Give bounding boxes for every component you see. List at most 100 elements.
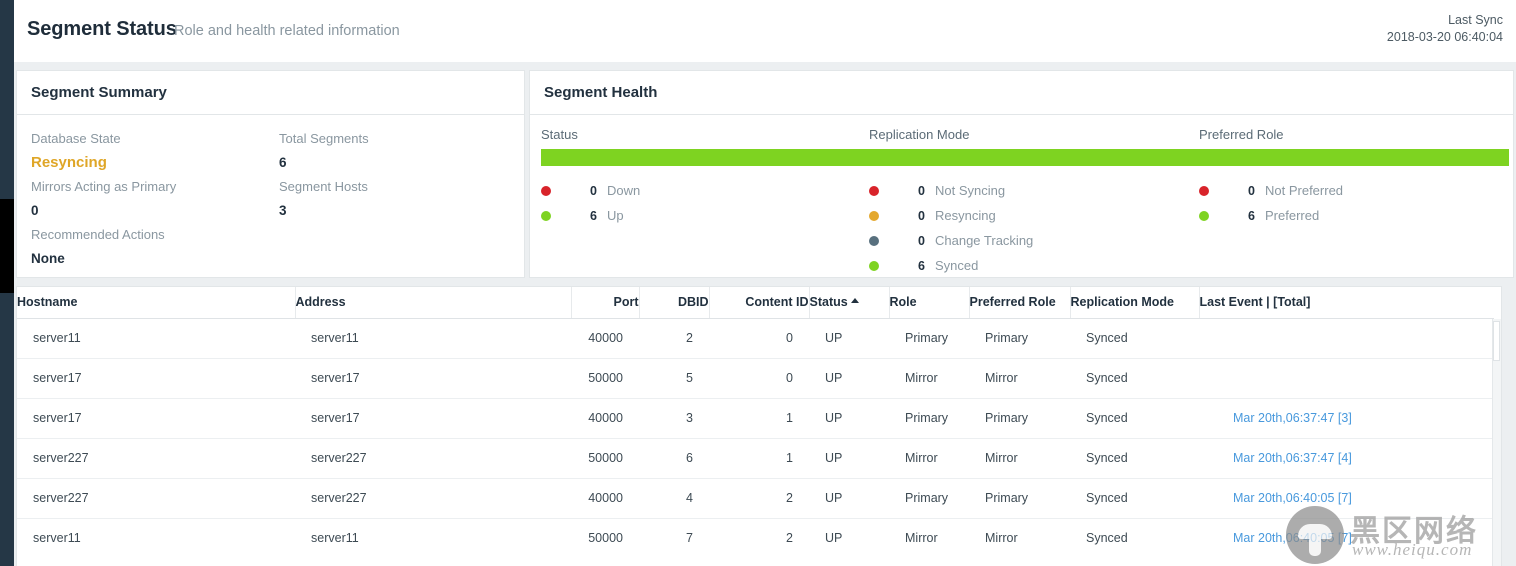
column-header-last-event[interactable]: Last Event | [Total] <box>1199 287 1494 319</box>
summary-label-segment-hosts: Segment Hosts <box>279 179 368 194</box>
table-row[interactable]: server17 server17 40000 3 1 UP Primary Primary S… <box>17 398 1494 439</box>
column-header-hostname[interactable]: Hostname <box>17 287 296 319</box>
legend-count: 0 <box>590 183 597 198</box>
segment-table: Hostname Address Port DBID Content ID St… <box>17 287 1494 558</box>
column-header-status-label: Status <box>809 295 848 310</box>
health-column-preferred-role: Preferred Role 0 Not Preferred 6 Preferred <box>1199 127 1509 228</box>
column-header-address[interactable]: Address <box>295 287 572 319</box>
cell-preferred-role: Mirror <box>985 531 1018 546</box>
sort-ascending-icon <box>850 298 859 304</box>
summary-column-left: Database State Resyncing Mirrors Acting … <box>31 127 176 271</box>
column-header-replication-mode[interactable]: Replication Mode <box>1070 287 1200 319</box>
page-header: Segment Status Role and health related i… <box>14 0 1516 62</box>
column-header-port[interactable]: Port <box>571 287 640 319</box>
legend-row[interactable]: 6 Synced <box>869 253 1199 278</box>
legend-row[interactable]: 0 Down <box>541 178 869 203</box>
table-scrollbar-thumb[interactable] <box>1493 321 1500 361</box>
cell-content-id: 0 <box>709 358 809 399</box>
summary-value-segment-hosts: 3 <box>279 203 287 218</box>
cell-hostname: server17 <box>17 358 295 399</box>
status-dot-icon <box>869 210 879 221</box>
legend-row[interactable]: 0 Change Tracking <box>869 228 1199 253</box>
table-row[interactable]: server11 server11 50000 7 2 UP Mirror Mirror Syn… <box>17 518 1494 558</box>
summary-cards-row: Segment Summary Database State Resyncing… <box>14 70 1516 278</box>
legend-label: Synced <box>935 258 979 273</box>
legend-label: Change Tracking <box>935 233 1034 248</box>
legend-count: 6 <box>1248 208 1255 223</box>
legend-row[interactable]: 0 Not Syncing <box>869 178 1199 203</box>
legend-label: Down <box>607 183 641 198</box>
cell-address: server227 <box>295 438 571 479</box>
cell-preferred-role: Mirror <box>969 438 1070 479</box>
cell-address: server17 <box>295 358 571 399</box>
last-sync-label: Last Sync <box>1448 13 1503 27</box>
left-nav-rail[interactable] <box>0 0 14 566</box>
summary-label-database-state: Database State <box>31 131 121 146</box>
column-header-status[interactable]: Status <box>809 287 890 319</box>
summary-value-recommended-actions: None <box>31 251 65 266</box>
legend-label: Not Preferred <box>1265 183 1344 198</box>
cell-hostname: server17 <box>17 398 295 439</box>
cell-status: UP <box>809 318 889 359</box>
legend-row[interactable]: 6 Preferred <box>1199 203 1509 228</box>
last-sync-value: 2018-03-20 06:40:04 <box>1386 30 1503 44</box>
cell-content-id: 1 <box>709 438 809 479</box>
last-event-link[interactable]: Mar 20th,06:40:05 [7] <box>1233 491 1352 505</box>
summary-label-mirrors-acting-as-primary: Mirrors Acting as Primary <box>31 179 177 194</box>
summary-value-database-state: Resyncing <box>31 154 107 171</box>
summary-value-mirrors-acting-as-primary: 0 <box>31 203 39 218</box>
last-sync-block: Last Sync 2018-03-20 06:40:04 <box>1387 12 1503 46</box>
cell-role: Primary <box>889 398 969 439</box>
cell-address: server227 <box>295 478 571 519</box>
column-header-preferred-role[interactable]: Preferred Role <box>969 287 1071 319</box>
last-event-link[interactable]: Mar 20th,06:40:05 [7] <box>1233 531 1352 545</box>
legend-label: Preferred <box>1265 208 1320 223</box>
segment-table-body: server11 server11 40000 2 0 UP Primary Primary S… <box>17 318 1494 558</box>
last-event-link[interactable]: Mar 20th,06:37:47 [4] <box>1233 451 1352 465</box>
segment-summary-body: Database State Resyncing Mirrors Acting … <box>17 115 524 266</box>
cell-content-id: 0 <box>709 318 809 359</box>
health-column-title: Status <box>541 127 578 142</box>
table-row[interactable]: server11 server11 40000 2 0 UP Primary Primary S… <box>17 318 1494 359</box>
segment-health-body: Status 0 Down 6 Up Replication Mode 0 Not Synci… <box>530 115 1513 278</box>
cell-port: 40000 <box>571 398 639 439</box>
legend-row[interactable]: 0 Not Preferred <box>1199 178 1509 203</box>
column-header-role[interactable]: Role <box>889 287 970 319</box>
legend-count: 6 <box>918 258 925 273</box>
health-column-title: Preferred Role <box>1199 127 1284 142</box>
legend-row[interactable]: 6 Up <box>541 203 869 228</box>
health-column-replication-mode: Replication Mode 0 Not Syncing 0 Resyncing 0 C… <box>869 127 1199 278</box>
cell-content-id: 2 <box>709 478 809 519</box>
cell-replication-mode: Synced <box>1070 318 1199 359</box>
segment-health-card: Segment Health Status 0 Down 6 Up Replication… <box>529 70 1514 278</box>
status-dot-icon <box>869 260 879 271</box>
table-row[interactable]: server227 server227 40000 4 2 UP Primary Primar… <box>17 478 1494 519</box>
cell-preferred-role: Primary <box>969 318 1070 359</box>
cell-dbid: 6 <box>639 438 709 479</box>
table-row[interactable]: server227 server227 50000 6 1 UP Mirror Mirror S… <box>17 438 1494 479</box>
cell-content-id: 1 <box>709 398 809 439</box>
legend-row[interactable]: 0 Resyncing <box>869 203 1199 228</box>
health-legend: 0 Down 6 Up <box>541 178 869 228</box>
app-root: Segment Status Role and health related i… <box>0 0 1516 566</box>
cell-role: Primary <box>889 318 969 359</box>
cell-dbid: 3 <box>639 398 709 439</box>
segment-summary-card-header: Segment Summary <box>17 71 524 115</box>
cell-replication-mode: Synced <box>1070 358 1199 399</box>
summary-column-right: Total Segments 6 Segment Hosts 3 <box>279 127 369 223</box>
last-event-link[interactable]: Mar 20th,06:37:47 [3] <box>1233 411 1352 425</box>
cell-preferred-role: Mirror <box>969 358 1070 399</box>
cell-address: server11 <box>311 531 359 546</box>
cell-last-event <box>1199 318 1494 359</box>
cell-hostname: server227 <box>17 478 295 519</box>
cell-role: Mirror <box>889 358 969 399</box>
legend-count: 6 <box>590 208 597 223</box>
status-dot-icon <box>869 185 879 196</box>
table-row[interactable]: server17 server17 50000 5 0 UP Mirror Mirror Syn… <box>17 358 1494 399</box>
column-header-content-id[interactable]: Content ID <box>709 287 810 319</box>
legend-count: 0 <box>918 233 925 248</box>
health-legend: 0 Not Syncing 0 Resyncing 0 Change Tracking 6 S… <box>869 178 1199 278</box>
column-header-dbid[interactable]: DBID <box>639 287 710 319</box>
cell-replication-mode: Synced <box>1070 478 1199 519</box>
cell-last-event: Mar 20th,06:40:05 [7] <box>1199 518 1494 558</box>
